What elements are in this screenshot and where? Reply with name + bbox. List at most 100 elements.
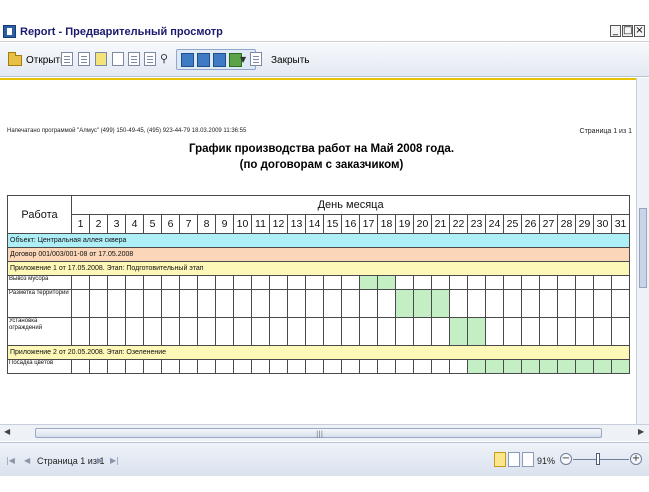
- open-button[interactable]: Открыть: [8, 51, 65, 68]
- task-name: Разметка территории: [7, 289, 72, 318]
- day-cell: [341, 289, 360, 318]
- last-page-icon[interactable]: ▶|: [110, 456, 119, 465]
- vertical-scrollbar[interactable]: [636, 78, 649, 424]
- maximize-button[interactable]: □: [622, 25, 633, 37]
- day-number: 4: [125, 214, 144, 234]
- day-cell: [287, 275, 306, 290]
- page-setup-icon[interactable]: [61, 52, 73, 66]
- day-cell: [179, 359, 198, 374]
- zoom-in-icon[interactable]: +: [630, 453, 642, 465]
- day-cell: [125, 359, 144, 374]
- settings-page-icon[interactable]: [250, 52, 262, 66]
- find-binoculars-icon[interactable]: ⚲: [160, 52, 174, 66]
- day-cell: [287, 359, 306, 374]
- scheduled-day-cell: [449, 317, 468, 346]
- day-number: 28: [557, 214, 576, 234]
- multi-page-mode-icon[interactable]: [522, 452, 534, 467]
- close-preview-button[interactable]: Закрыть: [271, 55, 310, 66]
- day-cell: [413, 275, 432, 290]
- scheduled-day-cell: [575, 359, 594, 374]
- scheduled-day-cell: [557, 359, 576, 374]
- day-cell: [521, 317, 540, 346]
- close-window-button[interactable]: ×: [634, 25, 645, 37]
- day-number: 1: [71, 214, 90, 234]
- column-header-work: Работа: [7, 195, 72, 234]
- blank-page-icon[interactable]: [112, 52, 124, 66]
- minimize-button[interactable]: _: [610, 25, 621, 37]
- page-indicator: Страница 1 из 1: [37, 456, 105, 466]
- day-cell: [107, 275, 126, 290]
- zoom-slider-thumb[interactable]: [596, 453, 600, 465]
- next-page-icon[interactable]: ▶: [97, 456, 103, 465]
- day-number: 9: [215, 214, 234, 234]
- scroll-left-arrow-icon[interactable]: ◀: [4, 427, 10, 436]
- day-number: 14: [305, 214, 324, 234]
- multi-page-view-icon[interactable]: [213, 53, 226, 67]
- report-subtitle: (по договорам с заказчиком): [239, 159, 404, 171]
- task-name: Установка ограждений: [7, 317, 72, 346]
- title-bar: Report - Предварительный просмотр _ □ ×: [0, 22, 649, 42]
- day-number: 16: [341, 214, 360, 234]
- day-cell: [305, 289, 324, 318]
- day-cell: [593, 289, 612, 318]
- day-cell: [449, 275, 468, 290]
- horizontal-scroll-thumb[interactable]: |||: [35, 428, 602, 438]
- zoom-slider-track[interactable]: [573, 459, 629, 460]
- day-number: 25: [503, 214, 522, 234]
- day-cell: [305, 317, 324, 346]
- scheduled-day-cell: [610, 359, 631, 374]
- day-cell: [161, 275, 180, 290]
- day-cell: [503, 289, 522, 318]
- copy-page-icon[interactable]: [78, 52, 90, 66]
- day-cell: [395, 317, 414, 346]
- day-cell: [233, 359, 252, 374]
- scroll-right-arrow-icon[interactable]: ▶: [638, 427, 644, 436]
- single-page-mode-icon[interactable]: [494, 452, 506, 467]
- day-number: 29: [575, 214, 594, 234]
- printed-by-text: Напечатано программой "Алмус" (499) 150-…: [7, 128, 247, 134]
- day-cell: [179, 317, 198, 346]
- task-name: Вывоз мусора: [7, 275, 72, 290]
- report-preview-window: Report - Предварительный просмотр _ □ × …: [0, 0, 649, 492]
- day-number: 13: [287, 214, 306, 234]
- day-cell: [89, 359, 108, 374]
- two-page-mode-icon[interactable]: [508, 452, 520, 467]
- group-row-appendix: Приложение 1 от 17.05.2008. Этап: Подгот…: [6, 261, 631, 276]
- day-number: 23: [467, 214, 486, 234]
- first-page-icon[interactable]: |◀: [6, 456, 15, 465]
- day-cell: [557, 289, 576, 318]
- day-cell: [143, 317, 162, 346]
- day-cell: [539, 317, 558, 346]
- day-cell: [413, 359, 432, 374]
- horizontal-scrollbar[interactable]: ◀ ||| ▶: [0, 424, 649, 441]
- edit-page-icon[interactable]: [95, 52, 107, 66]
- appendix-label: Приложение 2 от 20.05.2008. Этап: Озелен…: [6, 345, 631, 360]
- day-cell: [71, 289, 90, 318]
- day-number: 5: [143, 214, 162, 234]
- day-cell: [521, 275, 540, 290]
- report-title: График производства работ на Май 2008 го…: [188, 143, 455, 155]
- day-number: 26: [521, 214, 540, 234]
- view-dropdown-chevron-down-icon[interactable]: ▼: [240, 55, 246, 64]
- day-number: 30: [593, 214, 612, 234]
- prev-page-icon[interactable]: ◀: [24, 456, 30, 465]
- day-cell: [431, 317, 450, 346]
- vertical-scroll-thumb[interactable]: [639, 208, 647, 288]
- day-number: 21: [431, 214, 450, 234]
- scheduled-day-cell: [431, 289, 450, 318]
- day-cell: [610, 275, 631, 290]
- day-cell: [359, 359, 378, 374]
- day-cell: [377, 317, 396, 346]
- day-cell: [71, 317, 90, 346]
- single-page-view-icon[interactable]: [181, 53, 194, 67]
- day-cell: [575, 317, 594, 346]
- print-page-icon[interactable]: [144, 52, 156, 66]
- two-page-view-icon[interactable]: [197, 53, 210, 67]
- contract-label: Договор 001/003/001-08 от 17.05.2008: [6, 247, 631, 262]
- export-page-icon[interactable]: [128, 52, 140, 66]
- zoom-out-icon[interactable]: −: [560, 453, 572, 465]
- day-cell: [269, 289, 288, 318]
- day-cell: [449, 359, 468, 374]
- day-cell: [89, 317, 108, 346]
- day-cell: [395, 275, 414, 290]
